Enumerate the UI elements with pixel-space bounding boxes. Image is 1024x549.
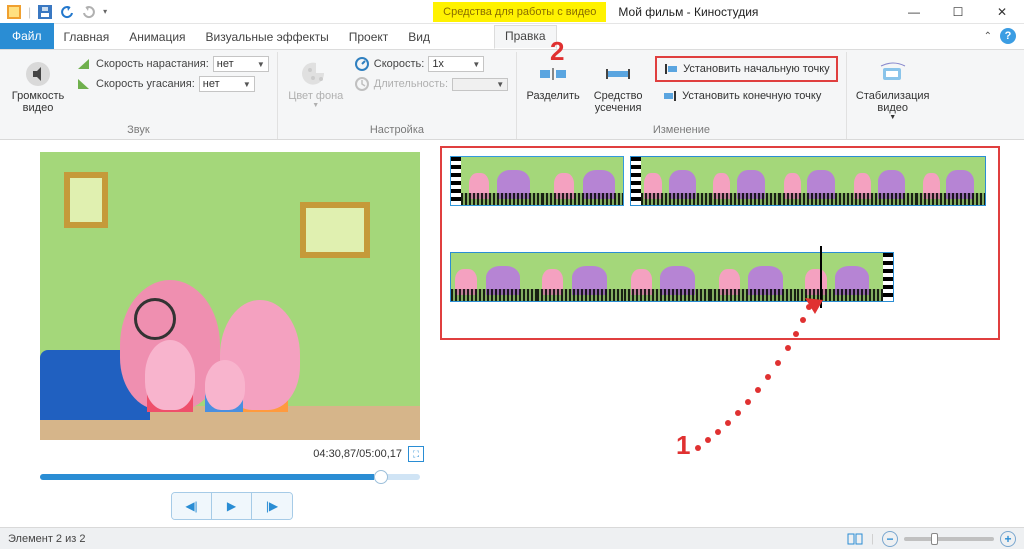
fade-in-dropdown[interactable]: нет▼	[213, 56, 269, 72]
ribbon: Громкость видео Скорость нарастания: нет…	[0, 50, 1024, 140]
redo-icon[interactable]	[81, 4, 97, 20]
duration-dropdown: ▼	[452, 78, 508, 91]
preview-time: 04:30,87/05:00,17	[313, 448, 402, 460]
video-volume-button[interactable]: Громкость видео	[8, 56, 68, 116]
minimize-button[interactable]: —	[892, 0, 936, 24]
timeline-clip[interactable]	[630, 156, 986, 206]
trim-tool-button[interactable]: Средство усечения	[589, 56, 647, 116]
tab-view[interactable]: Вид	[398, 25, 440, 49]
window-title: Мой фильм - Киностудия	[618, 5, 758, 19]
next-frame-button[interactable]: |▶	[252, 493, 292, 519]
ribbon-group-change: Разделить Средство усечения Установить н…	[517, 52, 847, 139]
fade-out-dropdown[interactable]: нет▼	[199, 76, 255, 92]
tab-visual-fx[interactable]: Визуальные эффекты	[196, 25, 339, 49]
group-label-sound: Звук	[8, 124, 269, 138]
video-preview[interactable]	[40, 152, 420, 440]
film-sprocket-icon	[883, 253, 893, 301]
tab-animation[interactable]: Анимация	[119, 25, 195, 49]
set-start-point-button[interactable]: Установить начальную точку	[655, 56, 838, 82]
annotation-number-1: 1	[676, 430, 690, 461]
stabilize-button[interactable]: Стабилизация видео ▼	[855, 56, 931, 123]
tab-project[interactable]: Проект	[339, 25, 399, 49]
help-icon[interactable]: ?	[1000, 28, 1016, 44]
speed-label: Скорость:	[374, 58, 425, 70]
set-end-point-button[interactable]: Установить конечную точку	[655, 84, 838, 108]
timeline-clip[interactable]	[450, 156, 624, 206]
title-bar: | ▾ Средства для работы с видео Мой филь…	[0, 0, 1024, 24]
ribbon-group-stabilize: Стабилизация видео ▼	[847, 52, 939, 139]
qat-dropdown-icon[interactable]: ▾	[103, 7, 107, 16]
workspace: 04:30,87/05:00,17 ⛶ ◀| ▶ |▶	[0, 140, 1024, 527]
preview-seekbar[interactable]	[40, 474, 420, 480]
status-divider: |	[871, 533, 874, 545]
speaker-icon	[22, 58, 54, 90]
duration-label: Длительность:	[374, 78, 448, 90]
fade-out-label: Скорость угасания:	[96, 78, 195, 90]
ribbon-group-adjust: Цвет фона ▼ Скорость: 1x▼ Д	[278, 52, 517, 139]
stabilize-icon	[877, 58, 909, 90]
close-button[interactable]: ✕	[980, 0, 1024, 24]
speed-icon	[354, 56, 370, 72]
film-sprocket-icon	[631, 157, 641, 205]
fade-out-icon	[76, 76, 92, 92]
prev-frame-button[interactable]: ◀|	[172, 493, 212, 519]
split-button[interactable]: Разделить	[525, 56, 581, 104]
timeline-clip[interactable]	[450, 252, 894, 302]
ribbon-group-sound: Громкость видео Скорость нарастания: нет…	[0, 52, 278, 139]
undo-icon[interactable]	[59, 4, 75, 20]
end-point-icon	[662, 88, 678, 104]
timeline-playhead[interactable]	[820, 246, 822, 308]
maximize-button[interactable]: ☐	[936, 0, 980, 24]
status-bar: Элемент 2 из 2 | − +	[0, 527, 1024, 549]
zoom-out-button[interactable]: −	[882, 531, 898, 547]
contextual-tab-label: Средства для работы с видео	[433, 2, 606, 22]
film-sprocket-icon	[451, 157, 461, 205]
split-icon	[537, 58, 569, 90]
fade-in-label: Скорость нарастания:	[96, 58, 209, 70]
group-label-adjust: Настройка	[286, 124, 508, 138]
status-element-count: Элемент 2 из 2	[8, 533, 85, 545]
zoom-in-button[interactable]: +	[1000, 531, 1016, 547]
tab-home[interactable]: Главная	[54, 25, 120, 49]
fade-in-icon	[76, 56, 92, 72]
save-icon[interactable]	[37, 4, 53, 20]
speed-dropdown[interactable]: 1x▼	[428, 56, 484, 72]
file-tab[interactable]: Файл	[0, 23, 54, 49]
palette-icon	[300, 58, 332, 90]
quick-access-toolbar: | ▾	[0, 4, 113, 20]
zoom-slider[interactable]	[904, 537, 994, 541]
duration-icon	[354, 76, 370, 92]
group-label-change: Изменение	[525, 124, 838, 138]
fullscreen-icon[interactable]: ⛶	[408, 446, 424, 462]
timeline-pane[interactable]: 1	[440, 140, 1024, 527]
preview-pane: 04:30,87/05:00,17 ⛶ ◀| ▶ |▶	[0, 140, 440, 527]
ribbon-collapse-icon[interactable]: ⌃	[984, 31, 992, 42]
bg-color-button: Цвет фона ▼	[286, 56, 346, 111]
trim-icon	[602, 58, 634, 90]
tab-edit[interactable]: Правка	[494, 25, 557, 49]
app-icon	[6, 4, 22, 20]
ribbon-tabstrip: Файл Главная Анимация Визуальные эффекты…	[0, 24, 1024, 50]
qat-divider: |	[28, 5, 31, 19]
play-button[interactable]: ▶	[212, 493, 252, 519]
view-mode-icon[interactable]	[847, 531, 863, 547]
start-point-icon	[663, 61, 679, 77]
playback-controls: ◀| ▶ |▶	[171, 492, 293, 520]
